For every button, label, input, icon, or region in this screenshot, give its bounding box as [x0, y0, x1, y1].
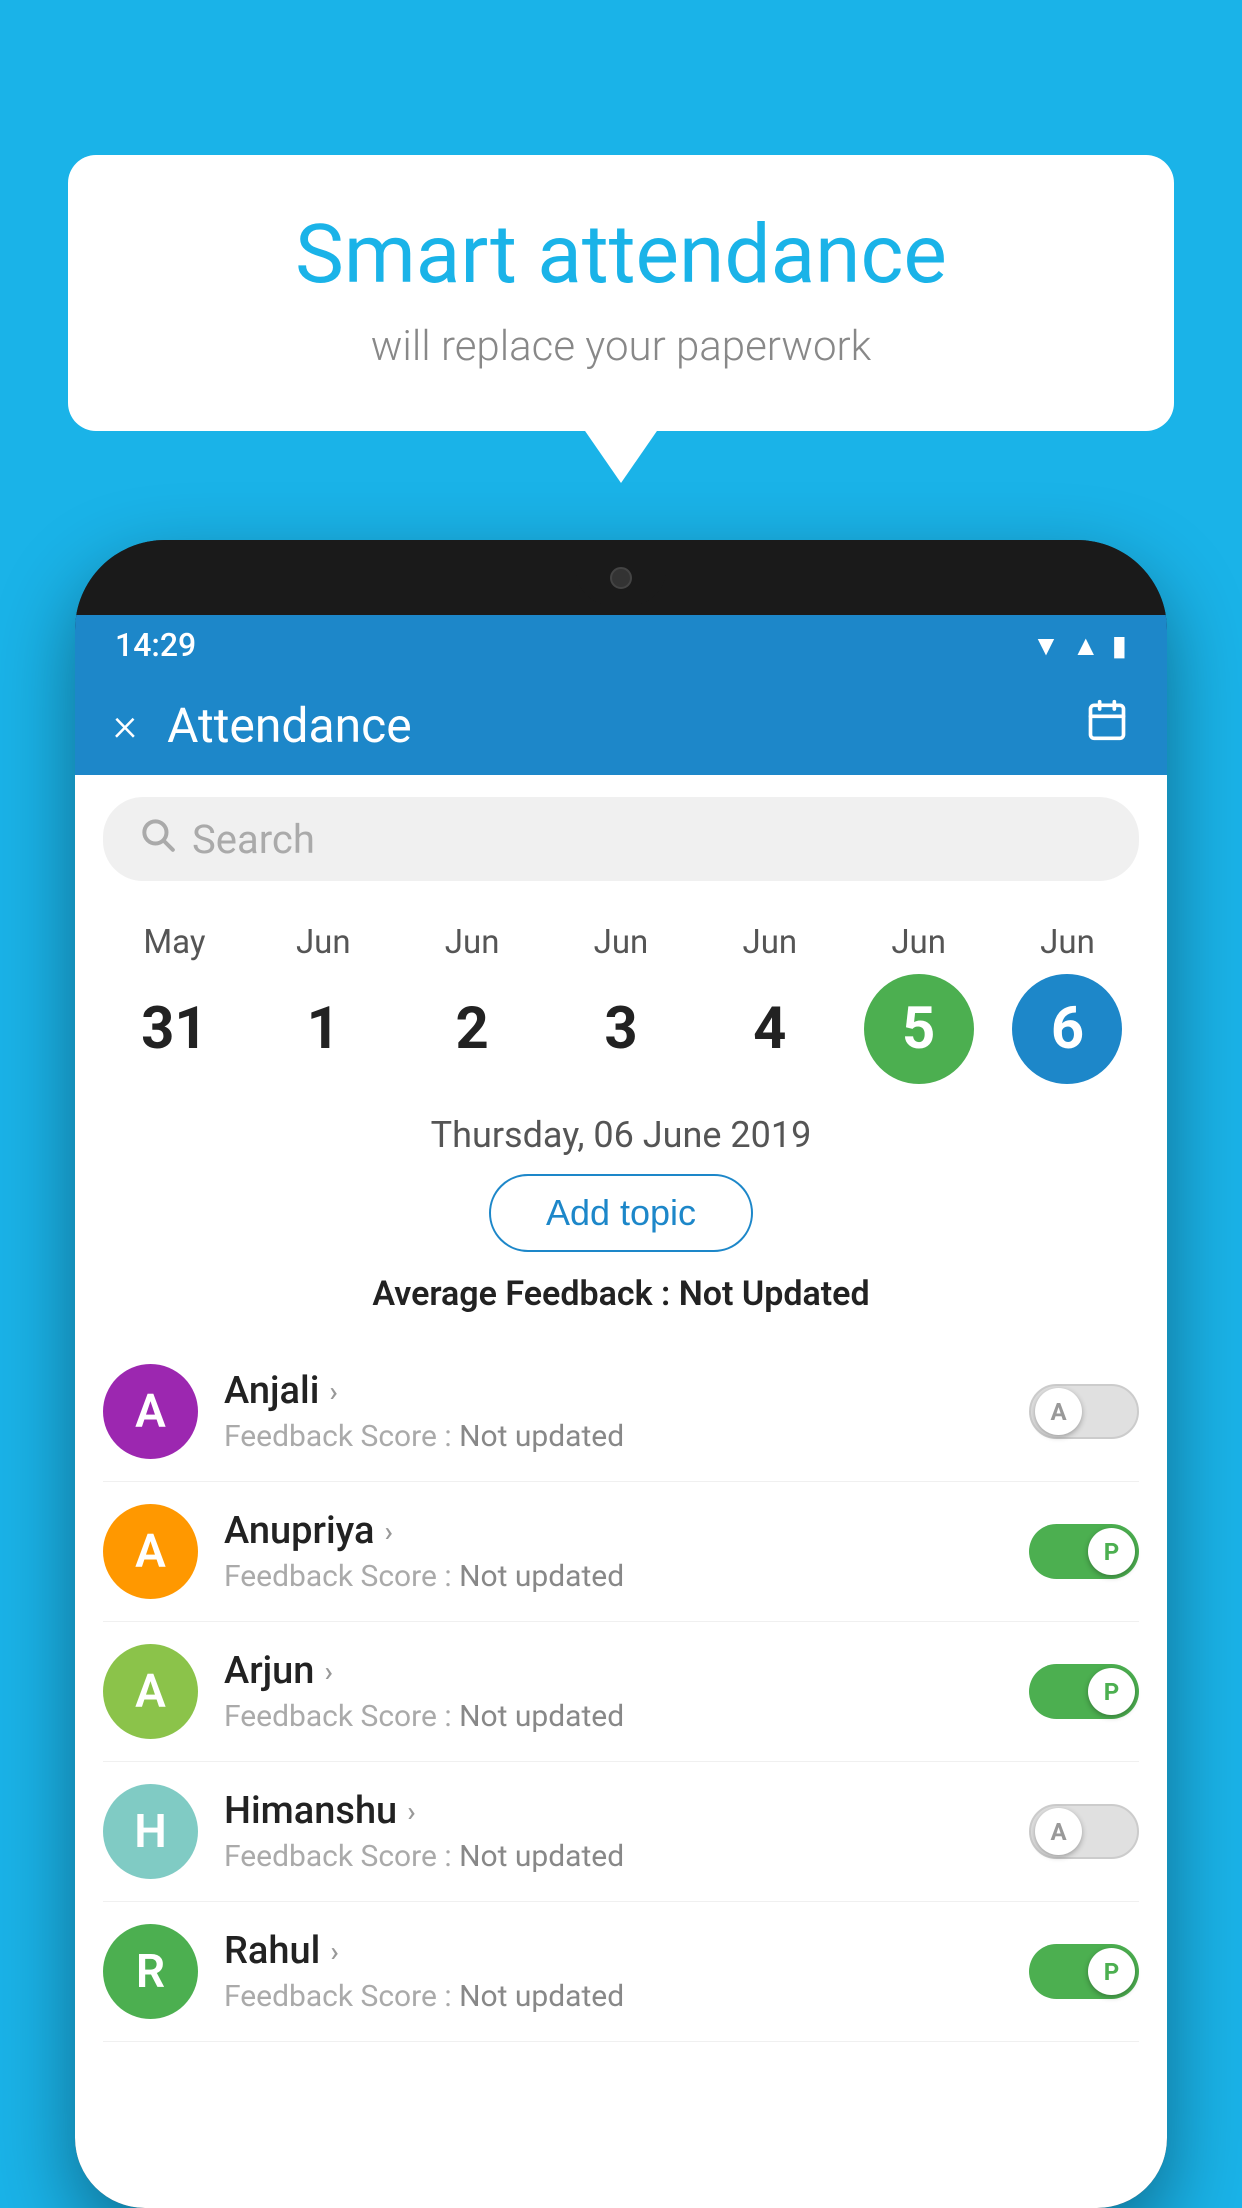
student-row[interactable]: A Anupriya › Feedback Score : Not updated P — [103, 1482, 1139, 1622]
signal-icon: ▲ — [1072, 629, 1100, 662]
search-icon — [138, 815, 176, 863]
avatar: A — [103, 1504, 198, 1599]
attendance-toggle[interactable]: A — [1029, 1804, 1139, 1859]
toggle-knob: A — [1035, 1388, 1082, 1435]
date-month: May — [143, 923, 205, 962]
phone-notch — [75, 540, 1167, 615]
toggle-knob: P — [1088, 1948, 1135, 1995]
avg-feedback-value: Not Updated — [679, 1274, 870, 1314]
date-col[interactable]: Jun 4 — [710, 923, 830, 1084]
phone-screen: Search May 31 Jun 1 Jun 2 Jun 3 Jun 4 Jun 5 Jun 6 Thu… — [75, 775, 1167, 2208]
date-col[interactable]: Jun 3 — [561, 923, 681, 1084]
student-feedback: Feedback Score : Not updated — [224, 1839, 1003, 1874]
student-name: Arjun › — [224, 1649, 1003, 1693]
calendar-icon[interactable] — [1085, 698, 1129, 752]
speech-bubble: Smart attendance will replace your paper… — [68, 155, 1174, 431]
student-name: Rahul › — [224, 1929, 1003, 1973]
date-col[interactable]: Jun 2 — [412, 923, 532, 1084]
student-feedback: Feedback Score : Not updated — [224, 1419, 1003, 1454]
chevron-icon: › — [384, 1515, 392, 1548]
speech-bubble-subtitle: will replace your paperwork — [128, 322, 1114, 371]
student-info: Arjun › Feedback Score : Not updated — [224, 1649, 1003, 1734]
avg-feedback-label: Average Feedback : — [372, 1274, 678, 1314]
student-feedback: Feedback Score : Not updated — [224, 1699, 1003, 1734]
attendance-toggle[interactable]: P — [1029, 1524, 1139, 1579]
attendance-toggle[interactable]: P — [1029, 1944, 1139, 1999]
avatar: R — [103, 1924, 198, 2019]
toggle-knob: A — [1035, 1808, 1082, 1855]
chevron-icon: › — [329, 1375, 337, 1408]
date-month: Jun — [742, 923, 797, 962]
student-name: Himanshu › — [224, 1789, 1003, 1833]
status-icons: ▼ ▲ ▮ — [1032, 629, 1127, 662]
search-bar[interactable]: Search — [103, 797, 1139, 881]
date-number[interactable]: 3 — [566, 974, 676, 1084]
status-bar: 14:29 ▼ ▲ ▮ — [75, 615, 1167, 675]
student-row[interactable]: R Rahul › Feedback Score : Not updated P — [103, 1902, 1139, 2042]
student-list: AAnjali ›Feedback Score : Not updatedAAA… — [75, 1342, 1167, 2042]
date-month: Jun — [445, 923, 500, 962]
student-row[interactable]: A Arjun › Feedback Score : Not updated P — [103, 1622, 1139, 1762]
date-month: Jun — [1040, 923, 1095, 962]
chevron-icon: › — [330, 1935, 338, 1968]
student-feedback: Feedback Score : Not updated — [224, 1559, 1003, 1594]
header-title: Attendance — [167, 697, 1085, 754]
student-info: Rahul › Feedback Score : Not updated — [224, 1929, 1003, 2014]
student-info: Himanshu › Feedback Score : Not updated — [224, 1789, 1003, 1874]
attendance-toggle[interactable]: P — [1029, 1664, 1139, 1719]
date-col[interactable]: Jun 5 — [859, 923, 979, 1084]
date-strip: May 31 Jun 1 Jun 2 Jun 3 Jun 4 Jun 5 Jun 6 — [75, 903, 1167, 1084]
close-button[interactable]: × — [113, 698, 137, 752]
student-name: Anjali › — [224, 1369, 1003, 1413]
date-month: Jun — [891, 923, 946, 962]
date-month: Jun — [594, 923, 649, 962]
date-number[interactable]: 2 — [417, 974, 527, 1084]
date-month: Jun — [296, 923, 351, 962]
date-number[interactable]: 5 — [864, 974, 974, 1084]
date-col[interactable]: Jun 6 — [1007, 923, 1127, 1084]
toggle-knob: P — [1088, 1528, 1135, 1575]
app-header: × Attendance — [75, 675, 1167, 775]
student-info: Anjali › Feedback Score : Not updated — [224, 1369, 1003, 1454]
avatar: A — [103, 1644, 198, 1739]
student-row[interactable]: A Anjali › Feedback Score : Not updated A — [103, 1342, 1139, 1482]
avg-feedback: Average Feedback : Not Updated — [75, 1274, 1167, 1314]
toggle-knob: P — [1088, 1668, 1135, 1715]
wifi-icon: ▼ — [1032, 629, 1060, 662]
date-number[interactable]: 4 — [715, 974, 825, 1084]
student-row[interactable]: H Himanshu › Feedback Score : Not updated A — [103, 1762, 1139, 1902]
search-input-label: Search — [192, 816, 315, 863]
date-number[interactable]: 6 — [1012, 974, 1122, 1084]
add-topic-button[interactable]: Add topic — [489, 1174, 753, 1252]
student-feedback: Feedback Score : Not updated — [224, 1979, 1003, 2014]
phone-frame: 14:29 ▼ ▲ ▮ × Attendance — [75, 540, 1167, 2208]
notch-cutout — [576, 550, 666, 605]
chevron-icon: › — [407, 1795, 415, 1828]
selected-date: Thursday, 06 June 2019 — [75, 1114, 1167, 1156]
student-name: Anupriya › — [224, 1509, 1003, 1553]
date-number[interactable]: 1 — [268, 974, 378, 1084]
battery-icon: ▮ — [1112, 629, 1127, 662]
status-time: 14:29 — [115, 626, 196, 664]
attendance-toggle[interactable]: A — [1029, 1384, 1139, 1439]
date-col[interactable]: Jun 1 — [263, 923, 383, 1084]
camera — [610, 567, 632, 589]
chevron-icon: › — [324, 1655, 332, 1688]
avatar: A — [103, 1364, 198, 1459]
date-number[interactable]: 31 — [119, 974, 229, 1084]
avatar: H — [103, 1784, 198, 1879]
speech-bubble-title: Smart attendance — [128, 210, 1114, 300]
student-info: Anupriya › Feedback Score : Not updated — [224, 1509, 1003, 1594]
date-col[interactable]: May 31 — [114, 923, 234, 1084]
